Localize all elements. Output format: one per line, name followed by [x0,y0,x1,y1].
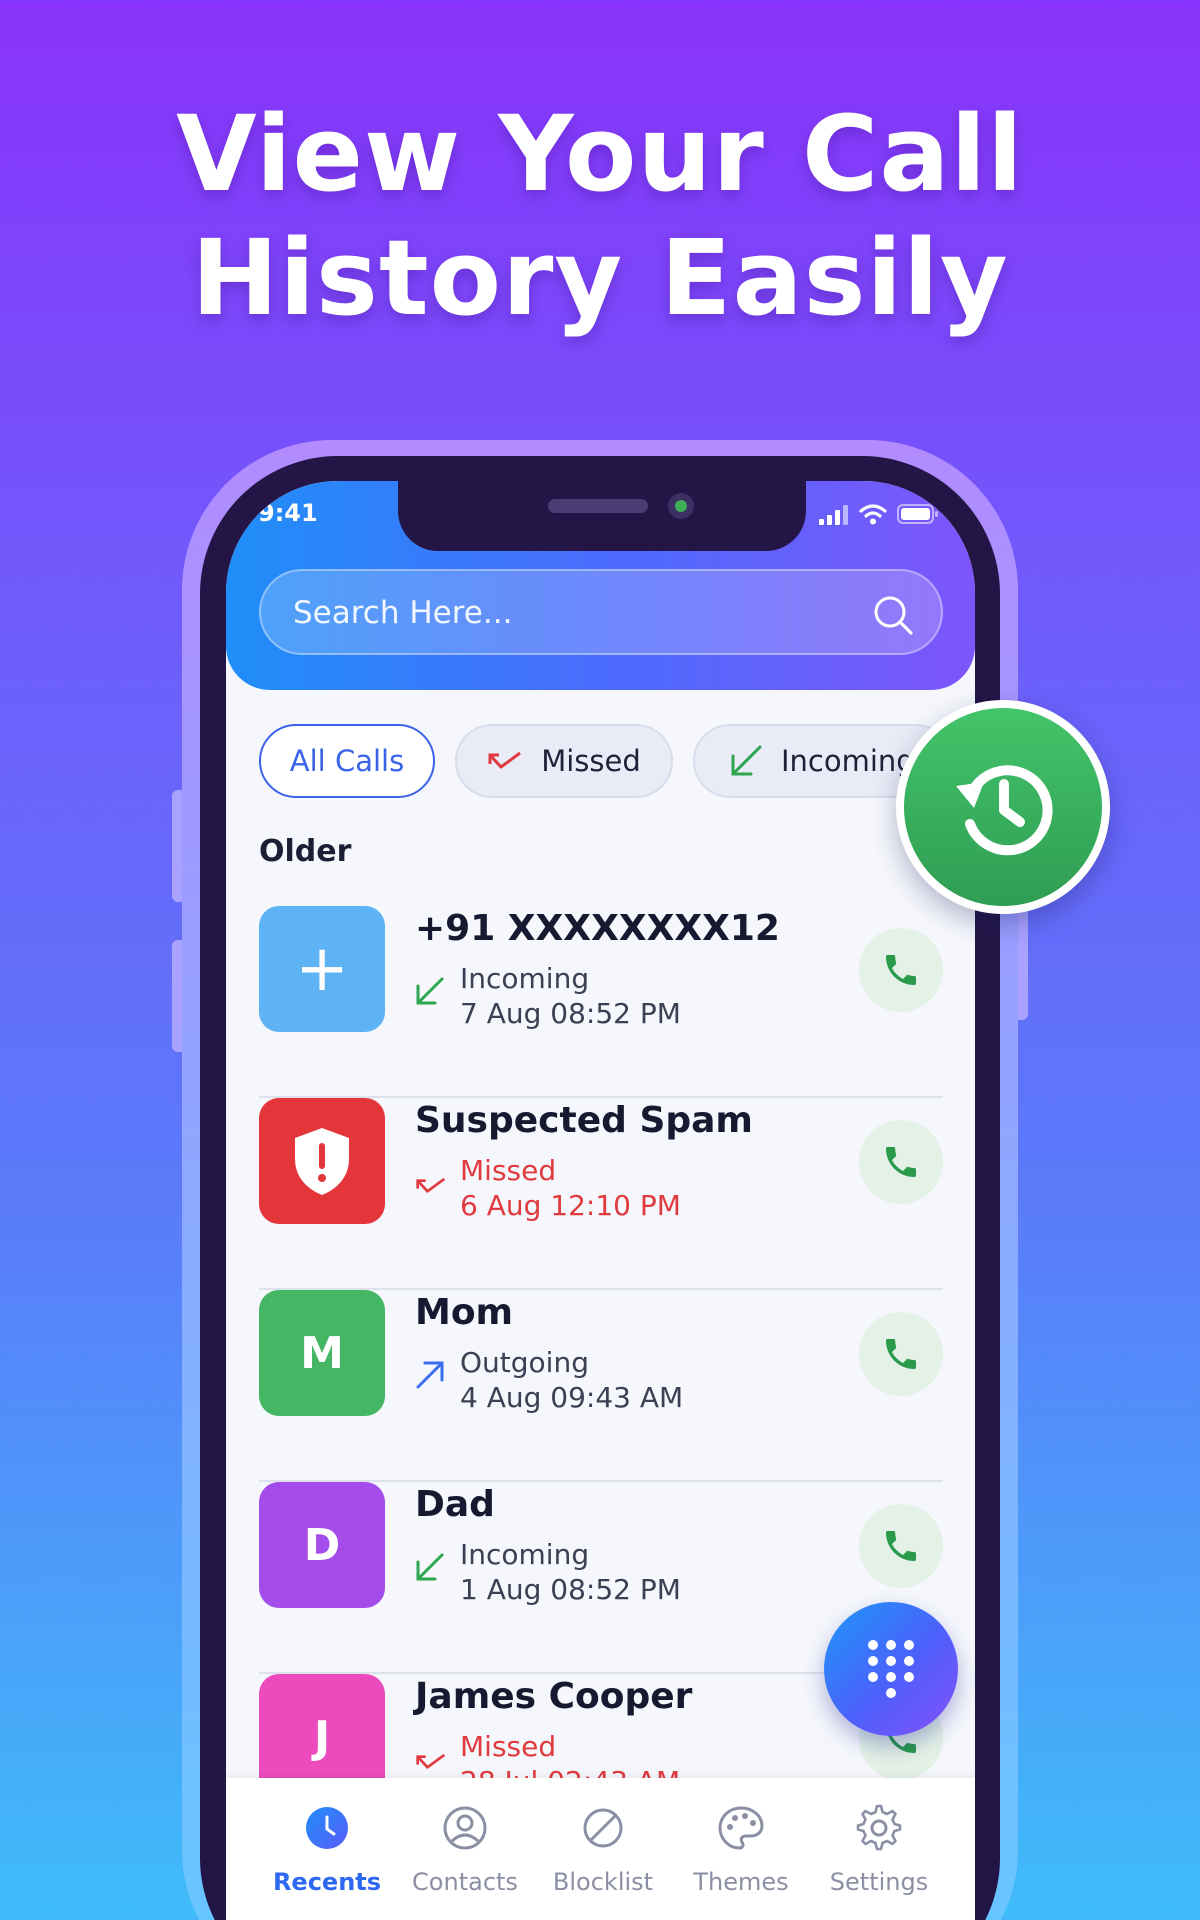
call-type: Incoming [460,1538,590,1571]
avatar: M [259,1290,385,1416]
call-type: Missed [460,1730,557,1763]
wifi-icon [859,504,887,525]
nav-label: Settings [829,1868,929,1896]
missed-call-icon [416,1177,446,1193]
call-button[interactable] [859,1312,943,1396]
avatar-label: + [295,932,349,1006]
call-type: Outgoing [460,1346,589,1379]
history-icon [956,765,1053,856]
app-header: 9:41 Search Here... [226,481,975,690]
nav-recents[interactable]: Recents [258,1802,396,1896]
nav-settings[interactable]: Settings [810,1802,948,1896]
section-title: Older [259,834,352,869]
headline: View Your Call History Easily [0,92,1200,340]
nav-label: Contacts [412,1868,518,1896]
nav-label: Themes [693,1868,789,1896]
filter-all-calls[interactable]: All Calls [259,724,435,798]
nav-label: Recents [272,1868,382,1896]
bottom-nav: Recents Contacts Blocklist Themes Settin… [226,1778,975,1920]
missed-call-icon [488,751,522,769]
phone-notch [398,481,806,551]
search-bar[interactable]: Search Here... [259,569,943,655]
status-time: 9:41 [258,499,318,527]
dialpad-icon [868,1640,914,1698]
call-row[interactable]: + +91 XXXXXXXX12 Incoming 7 Aug 08:52 PM [259,906,943,1098]
block-icon [583,1808,623,1848]
filter-all-calls-label: All Calls [289,744,405,778]
call-time: 6 Aug 12:10 PM [460,1189,681,1222]
nav-contacts[interactable]: Contacts [396,1802,534,1896]
avatar: D [259,1482,385,1608]
call-time: 7 Aug 08:52 PM [460,997,681,1030]
filter-incoming-label: Incoming [781,744,915,778]
contact-name: James Cooper [415,1676,693,1717]
phone-icon [886,1147,916,1177]
speaker-grille [548,499,648,513]
nav-blocklist[interactable]: Blocklist [534,1802,672,1896]
phone-icon [886,955,916,985]
call-button[interactable] [859,1120,943,1204]
call-time: 1 Aug 08:52 PM [460,1573,681,1606]
front-camera [668,493,694,519]
phone-icon [886,1531,916,1561]
phone-icon [886,1339,916,1369]
signal-icon [819,505,848,525]
avatar-label: J [313,1711,331,1763]
person-icon [443,1806,487,1850]
clock-icon [306,1807,348,1849]
search-input[interactable]: Search Here... [293,595,512,631]
incoming-call-icon [731,745,762,776]
call-type: Incoming [460,962,590,995]
palette-icon [718,1806,764,1850]
history-badge [896,700,1110,914]
outgoing-call-icon [416,1361,444,1389]
contact-name: +91 XXXXXXXX12 [415,908,780,949]
contact-name: Suspected Spam [415,1100,753,1141]
missed-call-icon [416,1753,446,1769]
headline-line-1: View Your Call [176,93,1024,215]
avatar: + [259,906,385,1032]
gear-icon [856,1804,902,1851]
call-button[interactable] [859,928,943,1012]
contact-name: Dad [415,1484,495,1525]
dialpad-button[interactable] [824,1602,958,1736]
avatar [259,1098,385,1224]
search-icon[interactable] [871,593,915,637]
filter-missed[interactable]: Missed [455,724,673,798]
incoming-call-icon [416,977,444,1005]
filter-missed-label: Missed [541,744,641,778]
nav-label: Blocklist [552,1868,654,1896]
battery-icon [897,504,938,524]
status-icons [819,503,939,525]
call-row[interactable]: M Mom Outgoing 4 Aug 09:43 AM [259,1290,943,1482]
incoming-call-icon [416,1553,444,1581]
call-type: Missed [460,1154,557,1187]
call-time: 4 Aug 09:43 AM [460,1381,684,1414]
call-button[interactable] [859,1504,943,1588]
shield-alert-icon [295,1128,349,1195]
call-row[interactable]: Suspected Spam Missed 6 Aug 12:10 PM [259,1098,943,1290]
avatar-label: D [303,1519,341,1571]
contact-name: Mom [415,1292,514,1333]
headline-line-2: History Easily [191,217,1009,339]
nav-themes[interactable]: Themes [672,1802,810,1896]
avatar-label: M [300,1327,344,1379]
